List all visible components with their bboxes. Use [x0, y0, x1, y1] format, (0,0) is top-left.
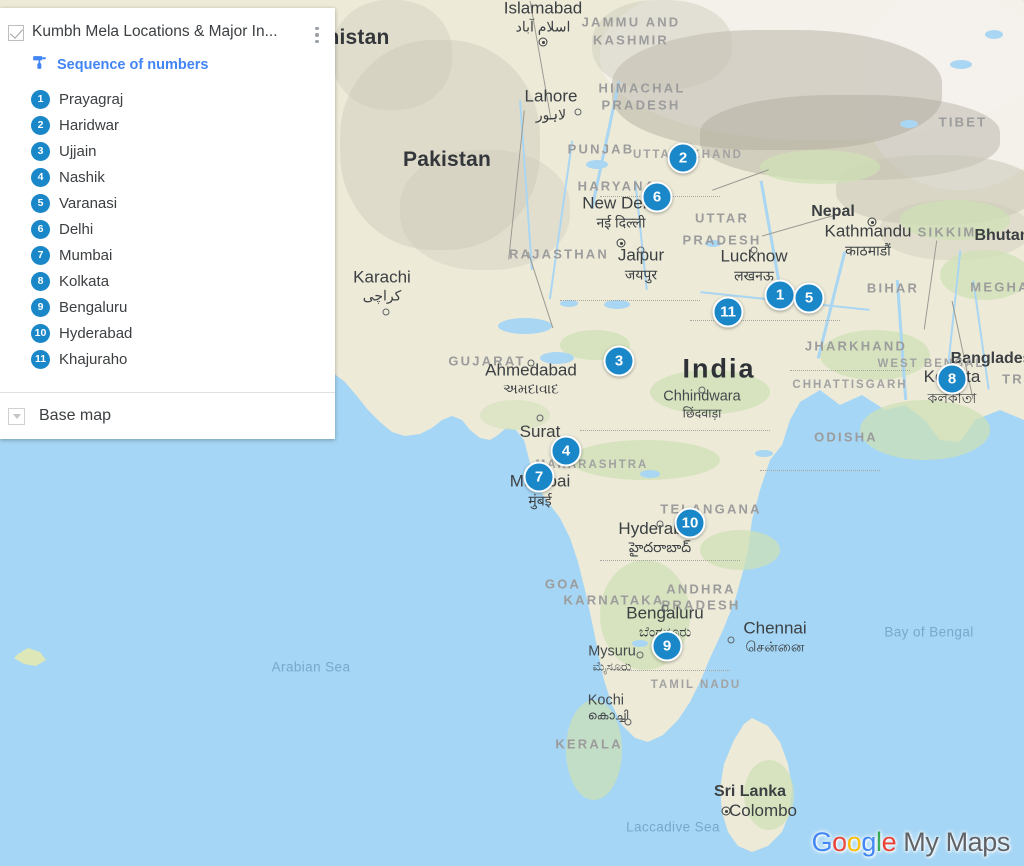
map-marker-bengaluru[interactable]: 9 — [651, 630, 683, 662]
google-letter-g1: G — [811, 827, 833, 857]
paint-roller-icon — [31, 54, 48, 76]
city-marker-dot — [750, 246, 758, 254]
legend-pin-number: 3 — [31, 141, 50, 161]
map-marker-prayagraj[interactable]: 1 — [764, 279, 796, 311]
layer-style-label: Sequence of numbers — [57, 57, 209, 73]
legend-item-label: Haridwar — [59, 116, 120, 134]
legend-item-label: Hyderabad — [59, 324, 133, 342]
map-marker-varanasi[interactable]: 5 — [793, 282, 825, 314]
basemap-row[interactable]: Base map — [0, 393, 335, 439]
legend-pin-number: 4 — [31, 167, 50, 187]
city-marker-dot — [661, 604, 669, 612]
legend-item-label: Khajuraho — [59, 350, 128, 368]
city-marker-dot — [574, 108, 582, 116]
google-my-maps-attribution: Google My Maps — [811, 827, 1011, 858]
city-marker-dot — [656, 520, 664, 528]
legend-item-label: Bengaluru — [59, 298, 128, 316]
legend-item-label: Delhi — [59, 220, 94, 238]
city-marker-dot — [727, 636, 735, 644]
page-title: Kumbh Mela Locations & Major In... — [32, 23, 278, 40]
city-marker-dot — [698, 386, 706, 394]
legend-item[interactable]: 2 Haridwar — [31, 112, 325, 138]
google-letter-g2: g — [861, 827, 877, 857]
legend-pin-number: 6 — [31, 219, 50, 239]
legend-item[interactable]: 3 Ujjain — [31, 138, 325, 164]
legend-pin-number: 11 — [31, 349, 50, 369]
legend-pin-number: 1 — [31, 89, 50, 109]
map-marker-hyderabad[interactable]: 10 — [674, 507, 706, 539]
legend-pin-number: 8 — [31, 271, 50, 291]
my-maps-screen: PakistanIndiaNepalBhutanBangladeshSri La… — [0, 0, 1024, 866]
capital-marker-dot — [538, 37, 548, 47]
legend-list: 1 Prayagraj 2 Haridwar 3 Ujjain 4 Nashik 5 Varana… — [8, 86, 325, 386]
legend-item[interactable]: 9 Bengaluru — [31, 294, 325, 320]
kebab-menu-icon[interactable] — [309, 24, 325, 46]
map-marker-ujjain[interactable]: 3 — [603, 345, 635, 377]
capital-marker-dot — [867, 217, 877, 227]
legend-pin-number: 2 — [31, 115, 50, 135]
legend-item-label: Nashik — [59, 168, 105, 186]
legend-item[interactable]: 4 Nashik — [31, 164, 325, 190]
legend-pin-number: 7 — [31, 245, 50, 265]
city-marker-dot — [536, 414, 544, 422]
legend-item-label: Prayagraj — [59, 90, 124, 108]
legend-item[interactable]: 8 Kolkata — [31, 268, 325, 294]
legend-item[interactable]: 6 Delhi — [31, 216, 325, 242]
google-letter-o1: o — [832, 827, 847, 857]
layer-style-row[interactable]: Sequence of numbers — [8, 46, 325, 86]
map-title-row: Kumbh Mela Locations & Major In... — [8, 22, 325, 46]
legend-item[interactable]: 11 Khajuraho — [31, 346, 325, 372]
google-letter-o2: o — [846, 827, 862, 857]
map-marker-mumbai[interactable]: 7 — [523, 461, 555, 493]
map-marker-delhi[interactable]: 6 — [641, 181, 673, 213]
legend-item[interactable]: 1 Prayagraj — [31, 86, 325, 112]
capital-marker-dot — [616, 238, 626, 248]
capital-marker-dot — [721, 806, 731, 816]
legend-item[interactable]: 7 Mumbai — [31, 242, 325, 268]
city-marker-dot — [624, 718, 632, 726]
legend-item-label: Ujjain — [59, 142, 97, 160]
layer-visibility-checkbox[interactable] — [8, 25, 24, 41]
city-marker-dot — [637, 246, 645, 254]
panel-header: Kumbh Mela Locations & Major In... Seque… — [0, 8, 335, 392]
my-maps-text: My Maps — [903, 827, 1010, 857]
map-marker-nashik[interactable]: 4 — [550, 435, 582, 467]
legend-item-label: Kolkata — [59, 272, 110, 290]
map-marker-haridwar[interactable]: 2 — [667, 142, 699, 174]
dropdown-caret-icon[interactable] — [8, 407, 25, 425]
google-letter-e: e — [881, 827, 897, 857]
legend-item[interactable]: 5 Varanasi — [31, 190, 325, 216]
legend-item-label: Mumbai — [59, 246, 113, 264]
legend-item-label: Varanasi — [59, 194, 118, 212]
legend-pin-number: 5 — [31, 193, 50, 213]
map-marker-kolkata[interactable]: 8 — [936, 363, 968, 395]
legend-pin-number: 10 — [31, 323, 50, 343]
legend-item[interactable]: 10 Hyderabad — [31, 320, 325, 346]
city-marker-dot — [636, 651, 644, 659]
city-marker-dot — [382, 308, 390, 316]
map-legend-panel: Kumbh Mela Locations & Major In... Seque… — [0, 8, 335, 439]
basemap-label: Base map — [39, 407, 112, 424]
map-marker-khajuraho[interactable]: 11 — [712, 296, 744, 328]
city-marker-dot — [527, 359, 535, 367]
legend-pin-number: 9 — [31, 297, 50, 317]
